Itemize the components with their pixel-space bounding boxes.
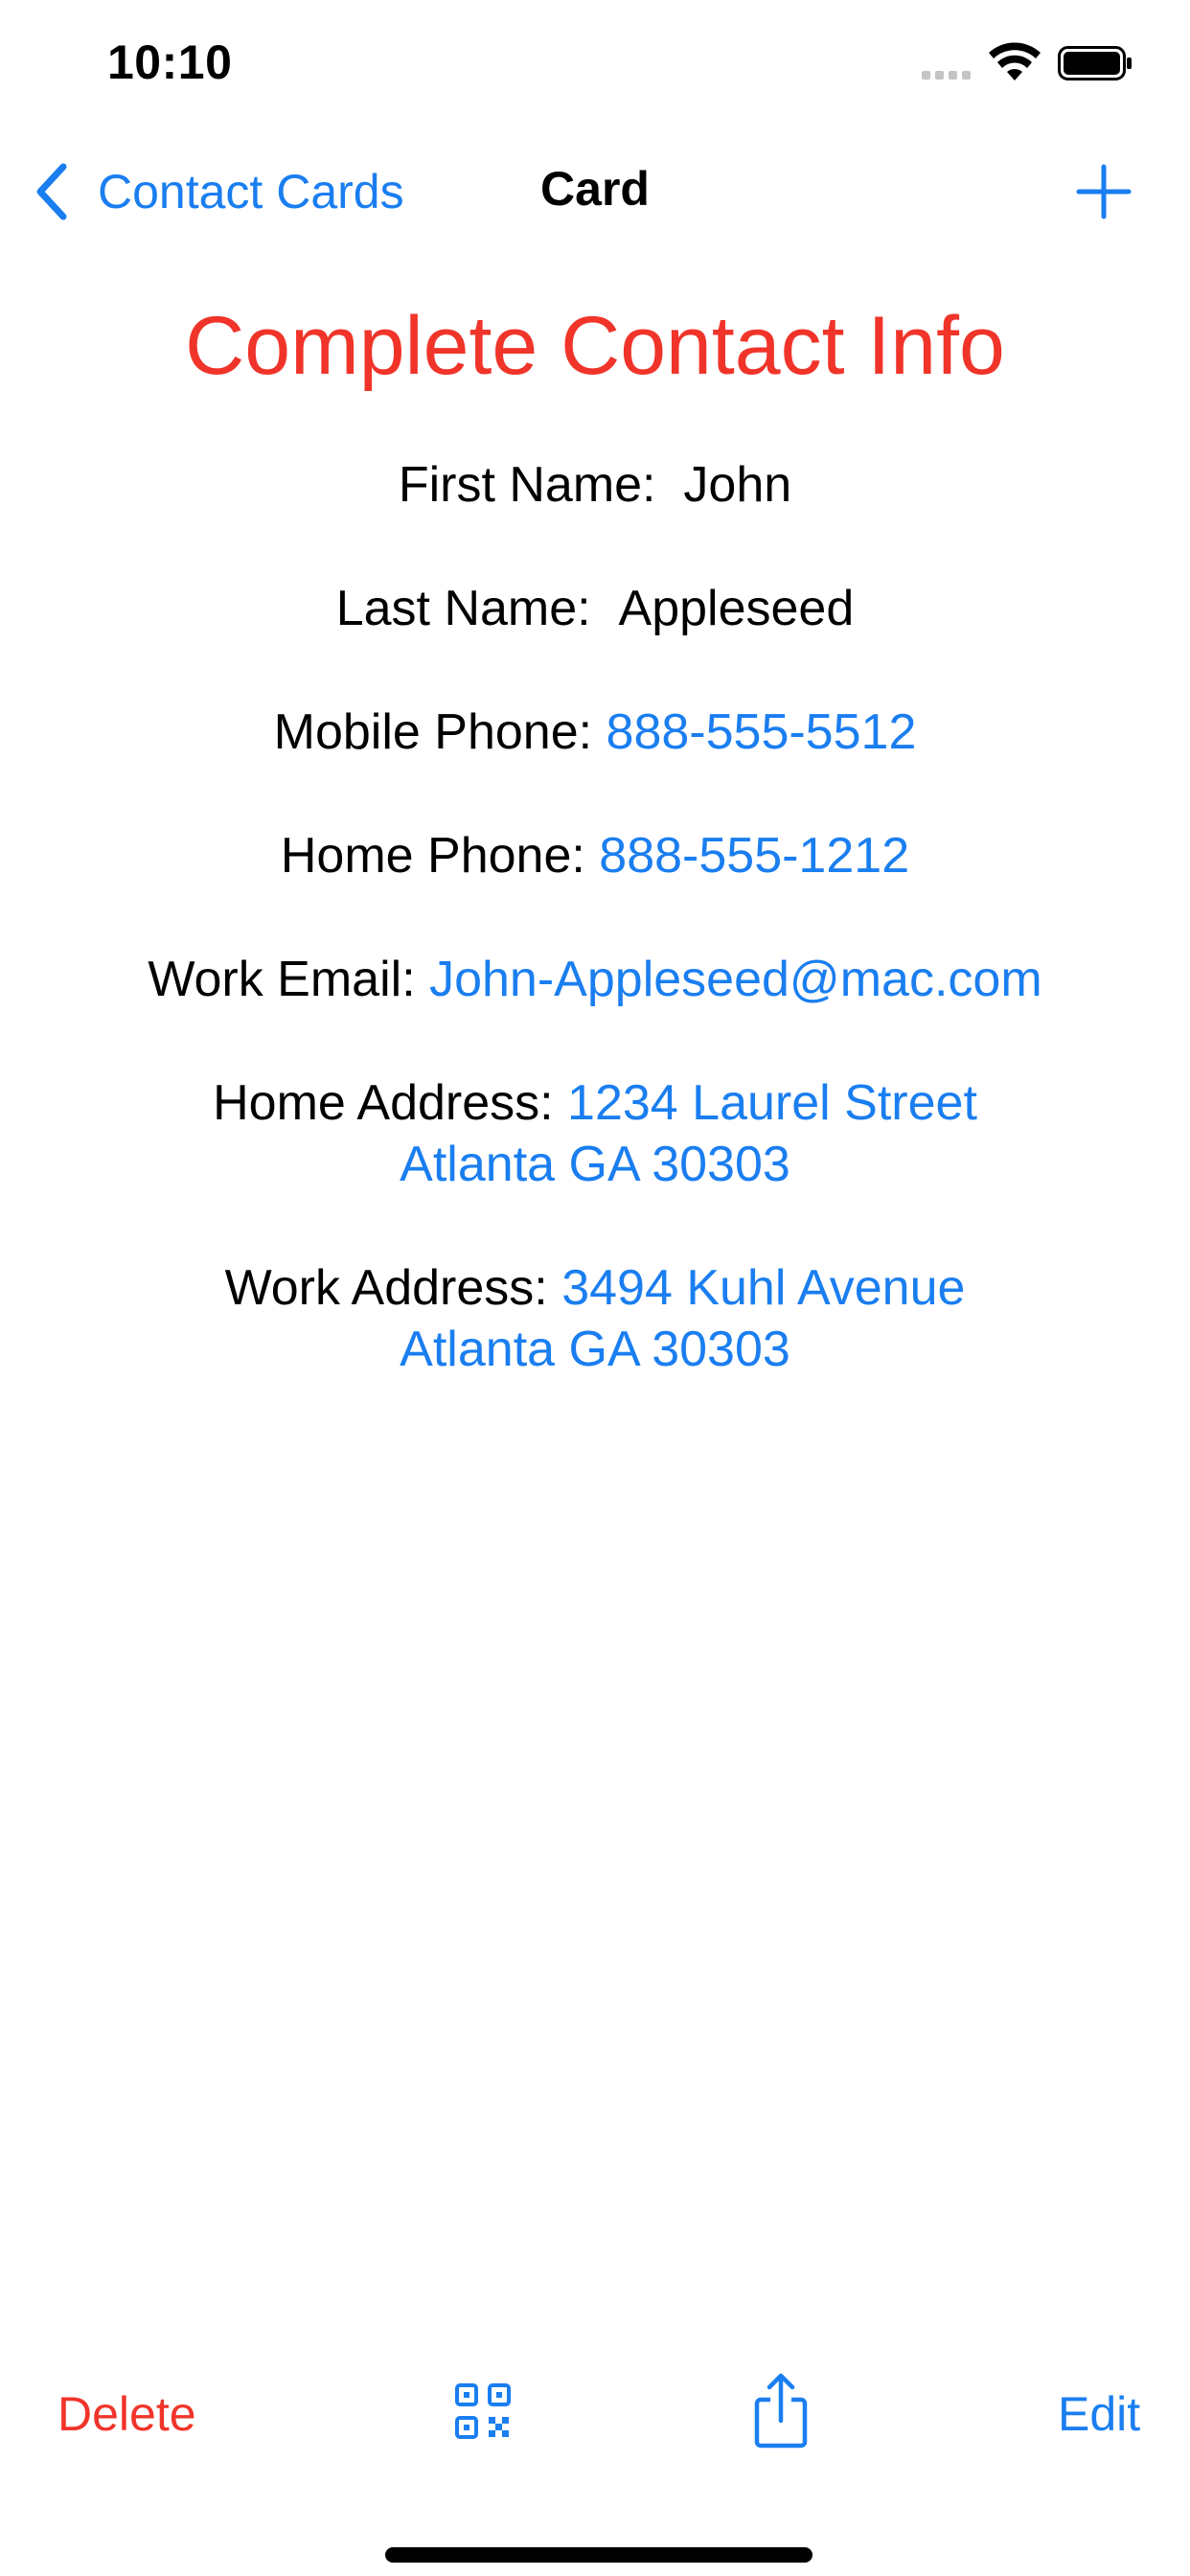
work-email-label: Work Email: xyxy=(148,952,416,1007)
page-heading: Complete Contact Info xyxy=(185,300,1005,392)
add-icon[interactable] xyxy=(1075,163,1133,220)
home-address-line1: 1234 Laurel Street xyxy=(567,1075,977,1131)
first-name-row: First Name: John xyxy=(0,454,1190,516)
work-email-link[interactable]: John-Appleseed@mac.com xyxy=(429,952,1042,1007)
mobile-phone-row: Mobile Phone: 888-555-5512 xyxy=(0,702,1190,763)
last-name-label: Last Name: xyxy=(335,581,591,636)
mobile-phone-link[interactable]: 888-555-5512 xyxy=(606,704,917,760)
qr-code-icon[interactable] xyxy=(454,2382,512,2440)
battery-icon xyxy=(1058,46,1132,80)
home-phone-label: Home Phone: xyxy=(280,828,585,884)
bottom-toolbar: Delete Edit xyxy=(0,2373,1190,2492)
wifi-icon xyxy=(989,42,1041,80)
home-phone-link[interactable]: 888-555-1212 xyxy=(599,828,909,884)
back-button-label: Contact Cards xyxy=(98,165,404,218)
home-address-row: Home Address: 1234 Laurel Street Atlanta … xyxy=(0,1072,1190,1195)
chevron-left-icon xyxy=(36,163,67,220)
last-name-value: Appleseed xyxy=(618,581,855,636)
delete-button[interactable]: Delete xyxy=(57,2386,196,2442)
last-name-row: Last Name: Appleseed xyxy=(0,578,1190,639)
home-address-line2: Atlanta GA 30303 xyxy=(400,1137,790,1192)
status-time: 10:10 xyxy=(107,35,233,89)
work-address-link[interactable]: 3494 Kuhl Avenue Atlanta GA 30303 xyxy=(0,1260,1190,1380)
cellular-signal-icon xyxy=(922,71,971,80)
share-icon[interactable] xyxy=(751,2371,811,2450)
home-address-link[interactable]: 1234 Laurel Street Atlanta GA 30303 xyxy=(0,1075,1190,1195)
work-address-label: Work Address: xyxy=(224,1260,548,1316)
first-name-label: First Name: xyxy=(398,457,656,513)
work-address-line2: Atlanta GA 30303 xyxy=(400,1322,790,1377)
work-address-row: Work Address: 3494 Kuhl Avenue Atlanta GA… xyxy=(0,1257,1190,1380)
back-button[interactable]: Contact Cards xyxy=(34,161,404,222)
contact-info-list: First Name: John Last Name: Appleseed Mo… xyxy=(0,454,1190,1442)
home-address-label: Home Address: xyxy=(213,1075,554,1131)
work-address-line1: 3494 Kuhl Avenue xyxy=(561,1260,966,1316)
navigation-bar: Contact Cards Card xyxy=(0,144,1190,240)
mobile-phone-label: Mobile Phone: xyxy=(273,704,593,760)
work-email-row: Work Email: John-Appleseed@mac.com xyxy=(0,949,1190,1010)
status-bar: 10:10 xyxy=(0,0,1190,144)
first-name-value: John xyxy=(683,457,792,513)
home-indicator[interactable] xyxy=(385,2547,812,2563)
edit-button[interactable]: Edit xyxy=(1058,2386,1140,2442)
home-phone-row: Home Phone: 888-555-1212 xyxy=(0,825,1190,886)
